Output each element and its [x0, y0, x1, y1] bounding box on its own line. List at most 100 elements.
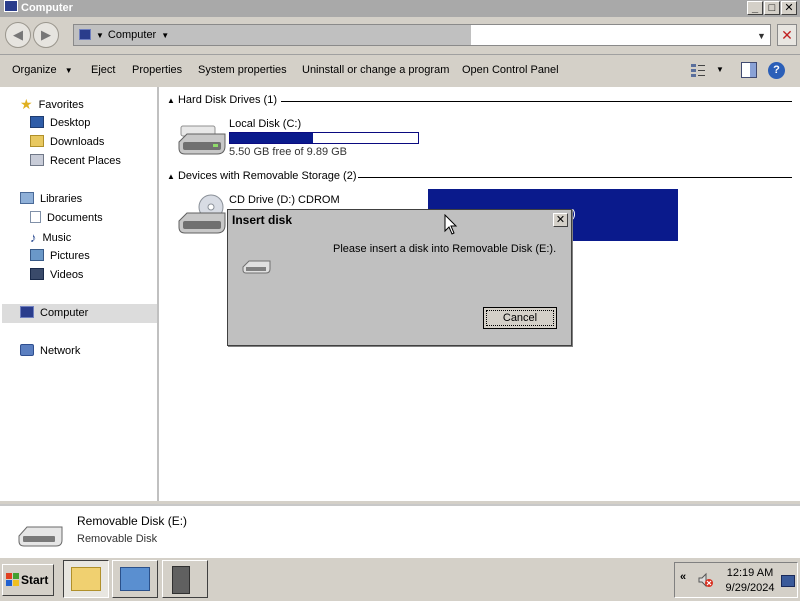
view-options-dropdown-icon[interactable]: ▼	[716, 55, 724, 85]
insert-disk-dialog[interactable]: Insert disk ✕ Please insert a disk into …	[227, 209, 572, 346]
uninstall-program-button[interactable]: Uninstall or change a program	[302, 55, 449, 85]
dialog-title: Insert disk	[232, 213, 293, 227]
nav-documents[interactable]: Documents	[30, 209, 103, 228]
refresh-icon[interactable]: ✕	[777, 24, 797, 46]
videos-icon	[30, 268, 44, 280]
show-desktop-icon[interactable]	[781, 575, 795, 587]
group-divider	[358, 177, 792, 178]
folder-icon	[71, 567, 101, 591]
cd-drive-icon[interactable]	[177, 193, 232, 239]
removable-disk-icon	[16, 520, 66, 550]
clock-time[interactable]: 12:19 AM	[720, 567, 780, 579]
taskbar-server-manager-button[interactable]	[112, 560, 158, 598]
cancel-button[interactable]: Cancel	[483, 307, 557, 329]
minimize-button[interactable]: _	[747, 1, 763, 15]
server-manager-icon	[120, 567, 150, 591]
nav-downloads-label: Downloads	[50, 136, 105, 148]
open-control-panel-button[interactable]: Open Control Panel	[462, 55, 559, 85]
cd-drive-name[interactable]: CD Drive (D:) CDROM	[229, 194, 340, 206]
window-title: Computer	[4, 0, 73, 17]
forward-button[interactable]: ▶	[33, 22, 59, 48]
disk-usage-bar	[229, 132, 419, 144]
help-icon[interactable]: ?	[768, 62, 785, 79]
nav-favorites-label: Favorites	[38, 99, 84, 111]
nav-music[interactable]: ♪ Music	[30, 228, 71, 247]
nav-desktop[interactable]: Desktop	[30, 114, 90, 133]
title-bar[interactable]: Computer _ □ ✕	[0, 0, 800, 17]
desktop-icon	[30, 116, 44, 128]
downloads-folder-icon	[30, 135, 44, 147]
show-hidden-icons-button[interactable]: «	[680, 571, 686, 583]
address-bar[interactable]: ▼ Computer ▼ ▼	[73, 24, 771, 46]
pictures-icon	[30, 249, 44, 261]
organize-dropdown-icon: ▼	[64, 66, 73, 75]
organize-label: Organize	[12, 64, 57, 76]
group-header-hard-disk-label: Hard Disk Drives (1)	[177, 94, 277, 106]
group-header-removable[interactable]: ▲ Devices with Removable Storage (2)	[167, 170, 792, 182]
local-disk-free-space: 5.50 GB free of 9.89 GB	[229, 146, 348, 158]
nav-videos-label: Videos	[50, 269, 84, 281]
server-icon	[172, 566, 190, 594]
breadcrumb-computer[interactable]: Computer	[108, 29, 156, 41]
nav-recent-label: Recent Places	[50, 155, 121, 167]
change-view-icon[interactable]	[690, 62, 706, 78]
hard-drive-icon[interactable]	[177, 118, 232, 160]
star-icon: ★	[20, 96, 33, 112]
start-label: Start	[21, 573, 49, 587]
dialog-close-button[interactable]: ✕	[553, 213, 568, 227]
dialog-title-bar[interactable]: Insert disk ✕	[228, 210, 571, 230]
volume-muted-icon[interactable]	[697, 572, 713, 588]
nav-computer-label: Computer	[40, 307, 89, 319]
back-button[interactable]: ◀	[5, 22, 31, 48]
nav-documents-label: Documents	[47, 212, 103, 224]
computer-icon	[20, 306, 34, 318]
nav-computer[interactable]: Computer	[20, 304, 88, 323]
recent-places-icon	[30, 154, 44, 166]
address-history-dropdown-icon[interactable]: ▼	[757, 31, 766, 41]
command-bar: Organize ▼ Eject Properties System prope…	[0, 55, 800, 85]
group-header-hard-disk[interactable]: ▲ Hard Disk Drives (1)	[167, 94, 792, 106]
maximize-button[interactable]: □	[764, 1, 780, 15]
clock-date[interactable]: 9/29/2024	[720, 582, 780, 594]
close-button[interactable]: ✕	[781, 1, 797, 15]
navigation-pane: ★ Favorites Desktop Downloads Recent Plac…	[0, 87, 159, 501]
nav-music-label: Music	[42, 232, 72, 244]
nav-recent-places[interactable]: Recent Places	[30, 152, 121, 171]
collapse-icon[interactable]: ▲	[167, 96, 175, 105]
network-icon	[20, 344, 34, 356]
taskbar: Start « 12:19 AM 9/29/2024	[0, 557, 800, 601]
group-header-removable-label: Devices with Removable Storage (2)	[177, 170, 357, 182]
dialog-message: Please insert a disk into Removable Disk…	[333, 243, 557, 255]
details-item-type: Removable Disk	[77, 533, 158, 545]
taskbar-explorer-button[interactable]	[63, 560, 109, 598]
preview-pane-icon[interactable]	[741, 62, 757, 78]
eject-button[interactable]: Eject	[91, 55, 115, 85]
details-item-name: Removable Disk (E:)	[77, 514, 188, 528]
breadcrumb-dropdown-icon[interactable]: ▼	[161, 31, 169, 40]
breadcrumb-separator-icon[interactable]: ▼	[96, 31, 104, 40]
notification-area: « 12:19 AM 9/29/2024	[674, 562, 798, 598]
taskbar-servers-button[interactable]	[162, 560, 208, 598]
properties-button[interactable]: Properties	[132, 55, 182, 85]
nav-downloads[interactable]: Downloads	[30, 133, 104, 152]
breadcrumb[interactable]: ▼ Computer ▼	[96, 25, 169, 45]
organize-button[interactable]: Organize ▼	[12, 55, 73, 85]
nav-libraries-label: Libraries	[40, 193, 83, 205]
documents-icon	[30, 211, 41, 223]
system-properties-button[interactable]: System properties	[198, 55, 287, 85]
nav-pictures-label: Pictures	[50, 250, 90, 262]
libraries-icon	[20, 192, 34, 204]
nav-network-label: Network	[40, 345, 81, 357]
mouse-cursor-icon	[444, 214, 458, 236]
nav-network[interactable]: Network	[20, 342, 80, 361]
nav-pictures[interactable]: Pictures	[30, 247, 90, 266]
nav-videos[interactable]: Videos	[30, 266, 83, 285]
nav-favorites[interactable]: ★ Favorites	[20, 95, 84, 114]
group-divider	[281, 101, 792, 102]
collapse-icon[interactable]: ▲	[167, 172, 175, 181]
nav-libraries[interactable]: Libraries	[20, 190, 82, 209]
music-icon: ♪	[30, 230, 37, 245]
start-button[interactable]: Start	[2, 564, 54, 596]
local-disk-name[interactable]: Local Disk (C:)	[229, 118, 301, 130]
window-title-label: Computer	[21, 2, 73, 14]
